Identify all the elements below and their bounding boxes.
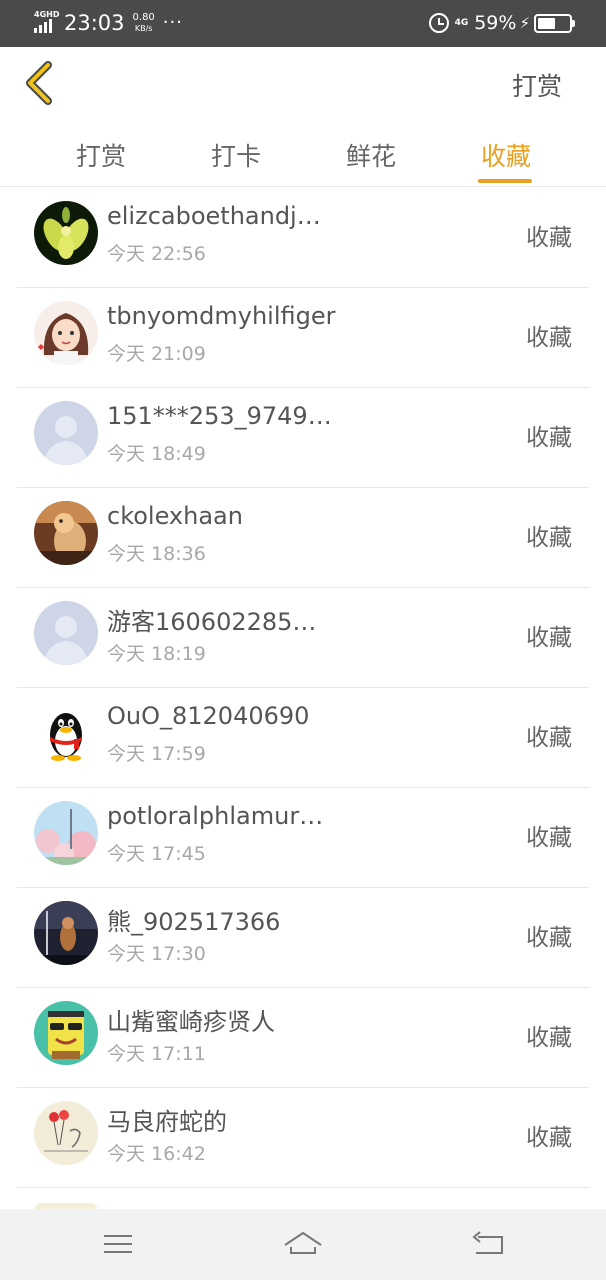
battery-icon <box>534 13 575 33</box>
list-item[interactable]: 马良府蛇的 今天 16:42 收藏 <box>17 1088 589 1188</box>
user-name: 山觜蜜崎疹贤人 <box>107 1008 275 1036</box>
avatar[interactable] <box>34 701 98 765</box>
timestamp: 今天 17:45 <box>107 843 206 865</box>
list-item[interactable]: elizcaboethandj… 今天 22:56 收藏 <box>17 188 589 288</box>
status-bar: 4GHD 23:03 0.80 KB/s ··· 4G 59% ⚡ <box>0 0 606 47</box>
timestamp: 今天 17:11 <box>107 1043 206 1065</box>
action-label: 收藏 <box>526 725 572 751</box>
action-label: 收藏 <box>526 425 572 451</box>
tab-bar: 打赏 打卡 鲜花 收藏 <box>0 121 606 187</box>
list-item[interactable]: potloralphlamur… 今天 17:45 收藏 <box>17 788 589 888</box>
avatar[interactable] <box>34 501 98 565</box>
timestamp: 今天 16:42 <box>107 1143 206 1165</box>
avatar[interactable] <box>34 901 98 965</box>
network-type: 4GHD <box>34 10 60 19</box>
speed-value: 0.80 <box>132 11 155 23</box>
menu-button[interactable] <box>98 1227 138 1261</box>
user-name: OuO_812040690 <box>107 702 310 730</box>
list-item[interactable]: tbnyomdmyhilfiger 今天 21:09 收藏 <box>17 288 589 388</box>
chevron-left-icon <box>26 61 52 105</box>
sponge-avatar-icon <box>34 1001 98 1065</box>
action-label: 收藏 <box>526 825 572 851</box>
timestamp: 今天 21:09 <box>107 343 206 365</box>
alarm-icon <box>428 13 449 33</box>
avatar[interactable] <box>34 1001 98 1065</box>
user-name: tbnyomdmyhilfiger <box>107 302 336 330</box>
more-notifications-icon: ··· <box>162 12 183 33</box>
timestamp: 今天 18:49 <box>107 443 206 465</box>
user-name: potloralphlamur… <box>107 802 324 830</box>
user-name: 马良府蛇的 <box>107 1108 227 1136</box>
network-speed: 0.80 KB/s <box>132 11 155 34</box>
avatar[interactable] <box>34 301 98 365</box>
default-avatar-icon <box>34 601 98 665</box>
timestamp: 今天 18:19 <box>107 643 206 665</box>
action-label: 收藏 <box>526 325 572 351</box>
user-name: elizcaboethandj… <box>107 202 321 230</box>
list-item[interactable]: OuO_812040690 今天 17:59 收藏 <box>17 688 589 788</box>
timestamp: 今天 18:36 <box>107 543 206 565</box>
avatar[interactable] <box>34 401 98 465</box>
header: 打赏 <box>0 47 606 121</box>
cartoon-girl-avatar-icon <box>34 301 98 365</box>
action-label: 收藏 <box>526 525 572 551</box>
back-button[interactable] <box>16 59 64 107</box>
list-item[interactable]: ckolexhaan 今天 18:36 收藏 <box>17 488 589 588</box>
list-item[interactable]: 熊_902517366 今天 17:30 收藏 <box>17 888 589 988</box>
tab-flowers[interactable]: 鲜花 <box>331 137 411 173</box>
action-label: 收藏 <box>526 625 572 651</box>
action-label: 收藏 <box>526 225 572 251</box>
home-button[interactable] <box>283 1227 323 1261</box>
user-name: ckolexhaan <box>107 502 243 530</box>
night-scene-avatar-icon <box>34 901 98 965</box>
list-item[interactable]: 151***253_9749… 今天 18:49 收藏 <box>17 388 589 488</box>
qq-penguin-avatar-icon <box>34 701 98 765</box>
timestamp: 今天 17:30 <box>107 943 206 965</box>
back-nav-button[interactable] <box>468 1227 508 1261</box>
avatar[interactable] <box>34 1101 98 1165</box>
speed-unit: KB/s <box>134 23 153 33</box>
list-item[interactable]: 山觜蜜崎疹贤人 今天 17:11 收藏 <box>17 988 589 1088</box>
cell-signal-icon: 4GHD <box>32 11 62 35</box>
avatar[interactable] <box>34 801 98 865</box>
return-icon <box>472 1231 503 1254</box>
blossom-avatar-icon <box>34 801 98 865</box>
tab-favorites[interactable]: 收藏 <box>466 137 546 183</box>
user-name: 151***253_9749… <box>107 402 332 430</box>
user-name: 游客160602285… <box>107 608 317 636</box>
timestamp: 今天 22:56 <box>107 243 206 265</box>
favorites-list: elizcaboethandj… 今天 22:56 收藏 tbnyomdmyhi… <box>0 188 606 1188</box>
action-label: 收藏 <box>526 925 572 951</box>
timestamp: 今天 17:59 <box>107 743 206 765</box>
avatar[interactable] <box>34 201 98 265</box>
user-name: 熊_902517366 <box>107 908 281 936</box>
charging-icon: ⚡ <box>519 14 530 32</box>
system-nav-bar <box>0 1209 606 1280</box>
alpaca-avatar-icon <box>34 501 98 565</box>
default-avatar-icon <box>34 401 98 465</box>
list-item[interactable]: 游客160602285… 今天 18:19 收藏 <box>17 588 589 688</box>
tab-checkin[interactable]: 打卡 <box>196 137 276 173</box>
menu-icon <box>104 1235 132 1253</box>
home-icon <box>284 1232 322 1254</box>
status-time: 23:03 <box>64 11 125 35</box>
action-label: 收藏 <box>526 1025 572 1051</box>
tab-reward[interactable]: 打赏 <box>61 137 141 173</box>
sketch-avatar-icon <box>34 1101 98 1165</box>
network-4g-indicator: 4G <box>454 17 469 28</box>
battery-percent: 59% <box>474 12 517 34</box>
flower-avatar-icon <box>34 201 98 265</box>
reward-button[interactable]: 打赏 <box>512 67 562 103</box>
action-label: 收藏 <box>526 1125 572 1151</box>
avatar[interactable] <box>34 601 98 665</box>
